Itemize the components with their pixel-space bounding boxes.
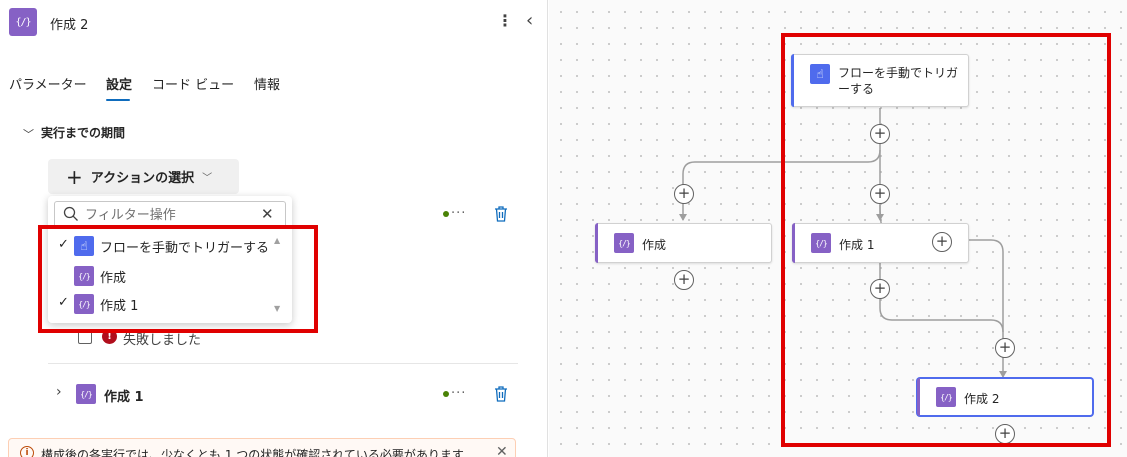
action-settings-panel: {/} 作成 2 ⋮ ‹ パラメーター 設定 コード ビュー 情報 ﹀ 実行まで… (0, 0, 548, 457)
hand-trigger-icon: ☝ (74, 236, 94, 256)
checkmark-icon: ✓ (58, 237, 69, 252)
flow-card-manual-trigger[interactable]: ☝ フローを手動でトリガーする (791, 54, 969, 107)
compose-icon: {/} (74, 294, 94, 314)
card-label: 作成 1 (839, 238, 875, 252)
filter-input[interactable] (85, 205, 255, 225)
dropdown-item-compose-1[interactable]: ✓ {/} 作成 1 (48, 290, 280, 318)
dropdown-item-label: フローを手動でトリガーする (100, 241, 270, 256)
dropdown-item-manual-trigger[interactable]: ✓ ☝ フローを手動でトリガーする (48, 232, 280, 260)
flow-canvas[interactable]: ☝ フローを手動でトリガーする {/} 作成 {/} 作成 1 {/} 作成 2… (549, 0, 1127, 457)
card-accent (792, 223, 795, 263)
dropdown-item-compose[interactable]: {/} 作成 (48, 262, 280, 290)
scroll-up-icon[interactable]: ▲ (274, 236, 280, 245)
add-step-plus-icon[interactable]: + (674, 184, 694, 204)
tab-parameters[interactable]: パラメーター (9, 74, 87, 93)
trash-icon[interactable] (493, 385, 509, 403)
panel-header: {/} 作成 2 ⋮ ‹ (0, 0, 547, 46)
checkmark-icon: ✓ (58, 295, 69, 310)
status-dot-icon (443, 390, 449, 397)
add-step-plus-icon[interactable]: + (870, 124, 890, 144)
tab-settings[interactable]: 設定 (106, 74, 132, 93)
clear-icon[interactable]: ✕ (261, 205, 274, 223)
tab-info[interactable]: 情報 (254, 74, 280, 93)
flow-card-compose-2[interactable]: {/} 作成 2 (917, 378, 1093, 416)
card-label: 作成 (642, 238, 667, 252)
scroll-down-icon[interactable]: ▼ (274, 304, 280, 313)
chevron-right-icon[interactable]: › (56, 384, 62, 400)
panel-title[interactable]: 作成 2 (50, 14, 88, 33)
warning-message-bar: i 構成後の各実行では、少なくとも 1 つの状態が確認されている必要があります … (8, 438, 516, 457)
status-indicator[interactable]: ··· (443, 206, 466, 221)
plus-icon: + (66, 164, 83, 189)
warning-icon: i (20, 446, 34, 457)
add-step-plus-icon[interactable]: + (870, 279, 890, 299)
close-icon[interactable]: ✕ (496, 444, 508, 457)
compose-icon: {/} (74, 266, 94, 286)
card-accent (791, 54, 794, 107)
add-step-plus-icon[interactable]: + (674, 270, 694, 290)
failed-checkbox[interactable] (78, 330, 92, 344)
add-step-plus-icon[interactable]: + (870, 184, 890, 204)
dropdown-item-label: 作成 1 (100, 299, 139, 314)
compose-icon: {/} (614, 233, 634, 253)
search-icon (63, 206, 78, 221)
action-dropdown: ✕ ✓ ☝ フローを手動でトリガーする {/} 作成 ✓ {/} 作成 1 ▲ … (48, 196, 292, 323)
chevron-down-icon: ﹀ (202, 173, 213, 184)
divider (48, 363, 518, 364)
status-dot-icon (443, 210, 449, 217)
chevron-down-icon[interactable]: ﹀ (23, 126, 34, 142)
filter-field: ✕ (54, 201, 286, 229)
section-title[interactable]: 実行までの期間 (41, 124, 125, 141)
compose-icon: {/} (9, 8, 37, 36)
flow-card-compose[interactable]: {/} 作成 (595, 223, 772, 263)
failed-status-option: ! 失敗しました (78, 326, 378, 348)
compose-icon: {/} (936, 387, 956, 407)
more-options-icon[interactable]: ⋮ (497, 12, 513, 30)
trash-icon[interactable] (493, 205, 509, 223)
collapse-panel-icon[interactable]: ‹ (526, 10, 533, 31)
error-icon: ! (102, 329, 117, 344)
add-step-plus-icon[interactable]: + (932, 232, 952, 252)
hand-trigger-icon: ☝ (810, 64, 830, 84)
tab-code-view[interactable]: コード ビュー (152, 74, 234, 93)
compose-icon: {/} (811, 233, 831, 253)
card-accent (917, 378, 920, 416)
select-action-button[interactable]: + アクションの選択 ﹀ (48, 159, 239, 194)
card-label: フローを手動でトリガーする (838, 66, 959, 96)
run-after-action-label[interactable]: 作成 1 (104, 386, 144, 405)
warning-text: 構成後の各実行では、少なくとも 1 つの状態が確認されている必要があります (41, 448, 464, 457)
add-step-plus-icon[interactable]: + (995, 338, 1015, 358)
failed-label: 失敗しました (123, 333, 202, 348)
select-action-label: アクションの選択 (90, 171, 195, 186)
tab-bar: パラメーター 設定 コード ビュー 情報 (0, 70, 547, 102)
card-label: 作成 2 (964, 392, 1000, 406)
status-indicator[interactable]: ··· (443, 386, 466, 401)
add-step-plus-icon[interactable]: + (995, 424, 1015, 444)
active-tab-indicator (106, 99, 130, 101)
dropdown-item-label: 作成 (100, 271, 127, 286)
compose-icon: {/} (76, 384, 96, 404)
card-accent (595, 223, 598, 263)
